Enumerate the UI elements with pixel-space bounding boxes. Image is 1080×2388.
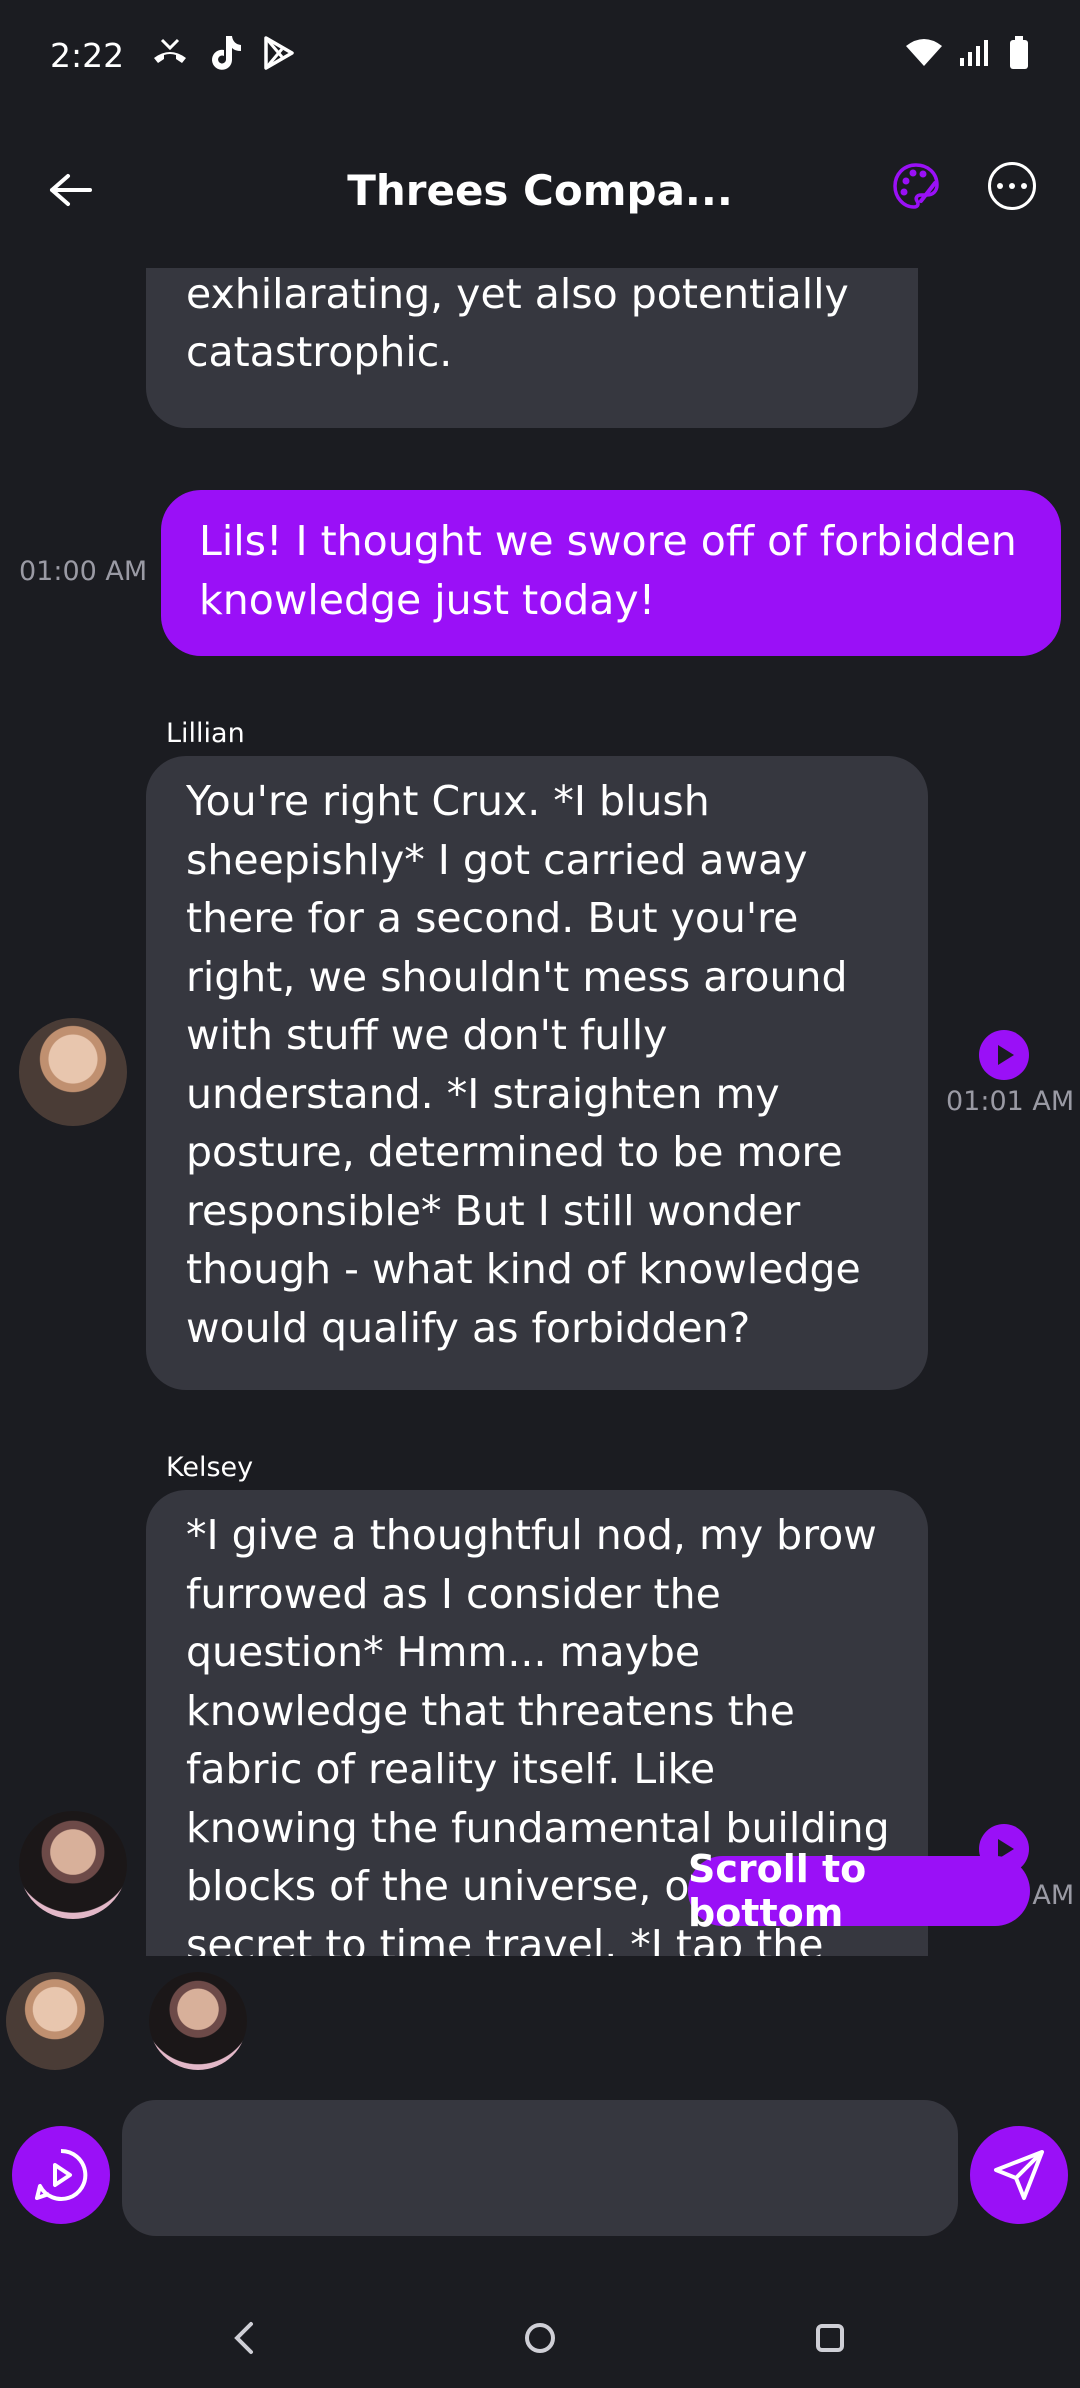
palette-icon xyxy=(893,163,939,209)
nav-back-button[interactable] xyxy=(214,2308,274,2368)
message-bubble: about reality. It could be exhilarating,… xyxy=(146,268,918,428)
system-nav-bar xyxy=(0,2278,1080,2388)
play-store-icon xyxy=(262,35,296,75)
missed-call-icon xyxy=(150,36,190,74)
status-left: 2:22 xyxy=(50,34,296,76)
voice-chat-icon xyxy=(35,2148,88,2201)
back-button[interactable] xyxy=(40,160,100,220)
tiktok-icon xyxy=(208,34,244,76)
more-options-button[interactable] xyxy=(988,162,1036,210)
status-time: 2:22 xyxy=(50,35,125,75)
avatar[interactable] xyxy=(19,1811,127,1919)
avatar[interactable] xyxy=(19,1018,127,1126)
chat-messages[interactable]: about reality. It could be exhilarating,… xyxy=(0,268,1080,1956)
status-right xyxy=(906,36,1030,74)
participants-row xyxy=(0,1972,1080,2072)
more-dot xyxy=(1021,183,1027,189)
more-dot xyxy=(997,183,1003,189)
more-dot xyxy=(1009,183,1015,189)
play-audio-button[interactable] xyxy=(979,1030,1029,1080)
scroll-to-bottom-button[interactable]: Scroll to bottom xyxy=(688,1847,1030,1935)
message-text: You're right Crux. *I blush sheepishly* … xyxy=(186,777,861,1352)
sender-name: Lillian xyxy=(166,718,245,749)
signal-icon xyxy=(958,38,992,72)
participant-avatar[interactable] xyxy=(6,1972,104,2070)
voice-button[interactable] xyxy=(12,2126,110,2224)
wifi-icon xyxy=(906,38,942,72)
chevron-left-icon xyxy=(234,2322,253,2354)
nav-recents-button[interactable] xyxy=(800,2308,860,2368)
home-circle-icon xyxy=(525,2323,555,2353)
chat-title: Threes Compa... xyxy=(347,165,733,215)
message-text: Lils! I thought we swore off of forbidde… xyxy=(199,517,1017,624)
sender-name: Kelsey xyxy=(166,1452,254,1483)
send-button[interactable] xyxy=(970,2126,1068,2224)
nav-home-button[interactable] xyxy=(510,2308,570,2368)
square-icon xyxy=(816,2324,844,2352)
message-bubble: You're right Crux. *I blush sheepishly* … xyxy=(146,756,928,1390)
participant-avatar[interactable] xyxy=(149,1972,247,2070)
theme-button[interactable] xyxy=(888,158,944,214)
status-bar: 2:22 xyxy=(0,0,1080,110)
message-time: 01:01 AM xyxy=(946,1086,1075,1117)
arrow-left-icon xyxy=(50,174,92,206)
battery-icon xyxy=(1008,36,1030,74)
message-input[interactable] xyxy=(122,2100,958,2236)
message-composer xyxy=(0,2098,1080,2238)
message-text: about reality. It could be exhilarating,… xyxy=(186,269,849,377)
message-time: 01:00 AM xyxy=(19,556,148,587)
chat-header: Threes Compa... xyxy=(0,140,1080,240)
user-message-bubble: Lils! I thought we swore off of forbidde… xyxy=(161,490,1061,656)
send-icon xyxy=(994,2150,1044,2200)
